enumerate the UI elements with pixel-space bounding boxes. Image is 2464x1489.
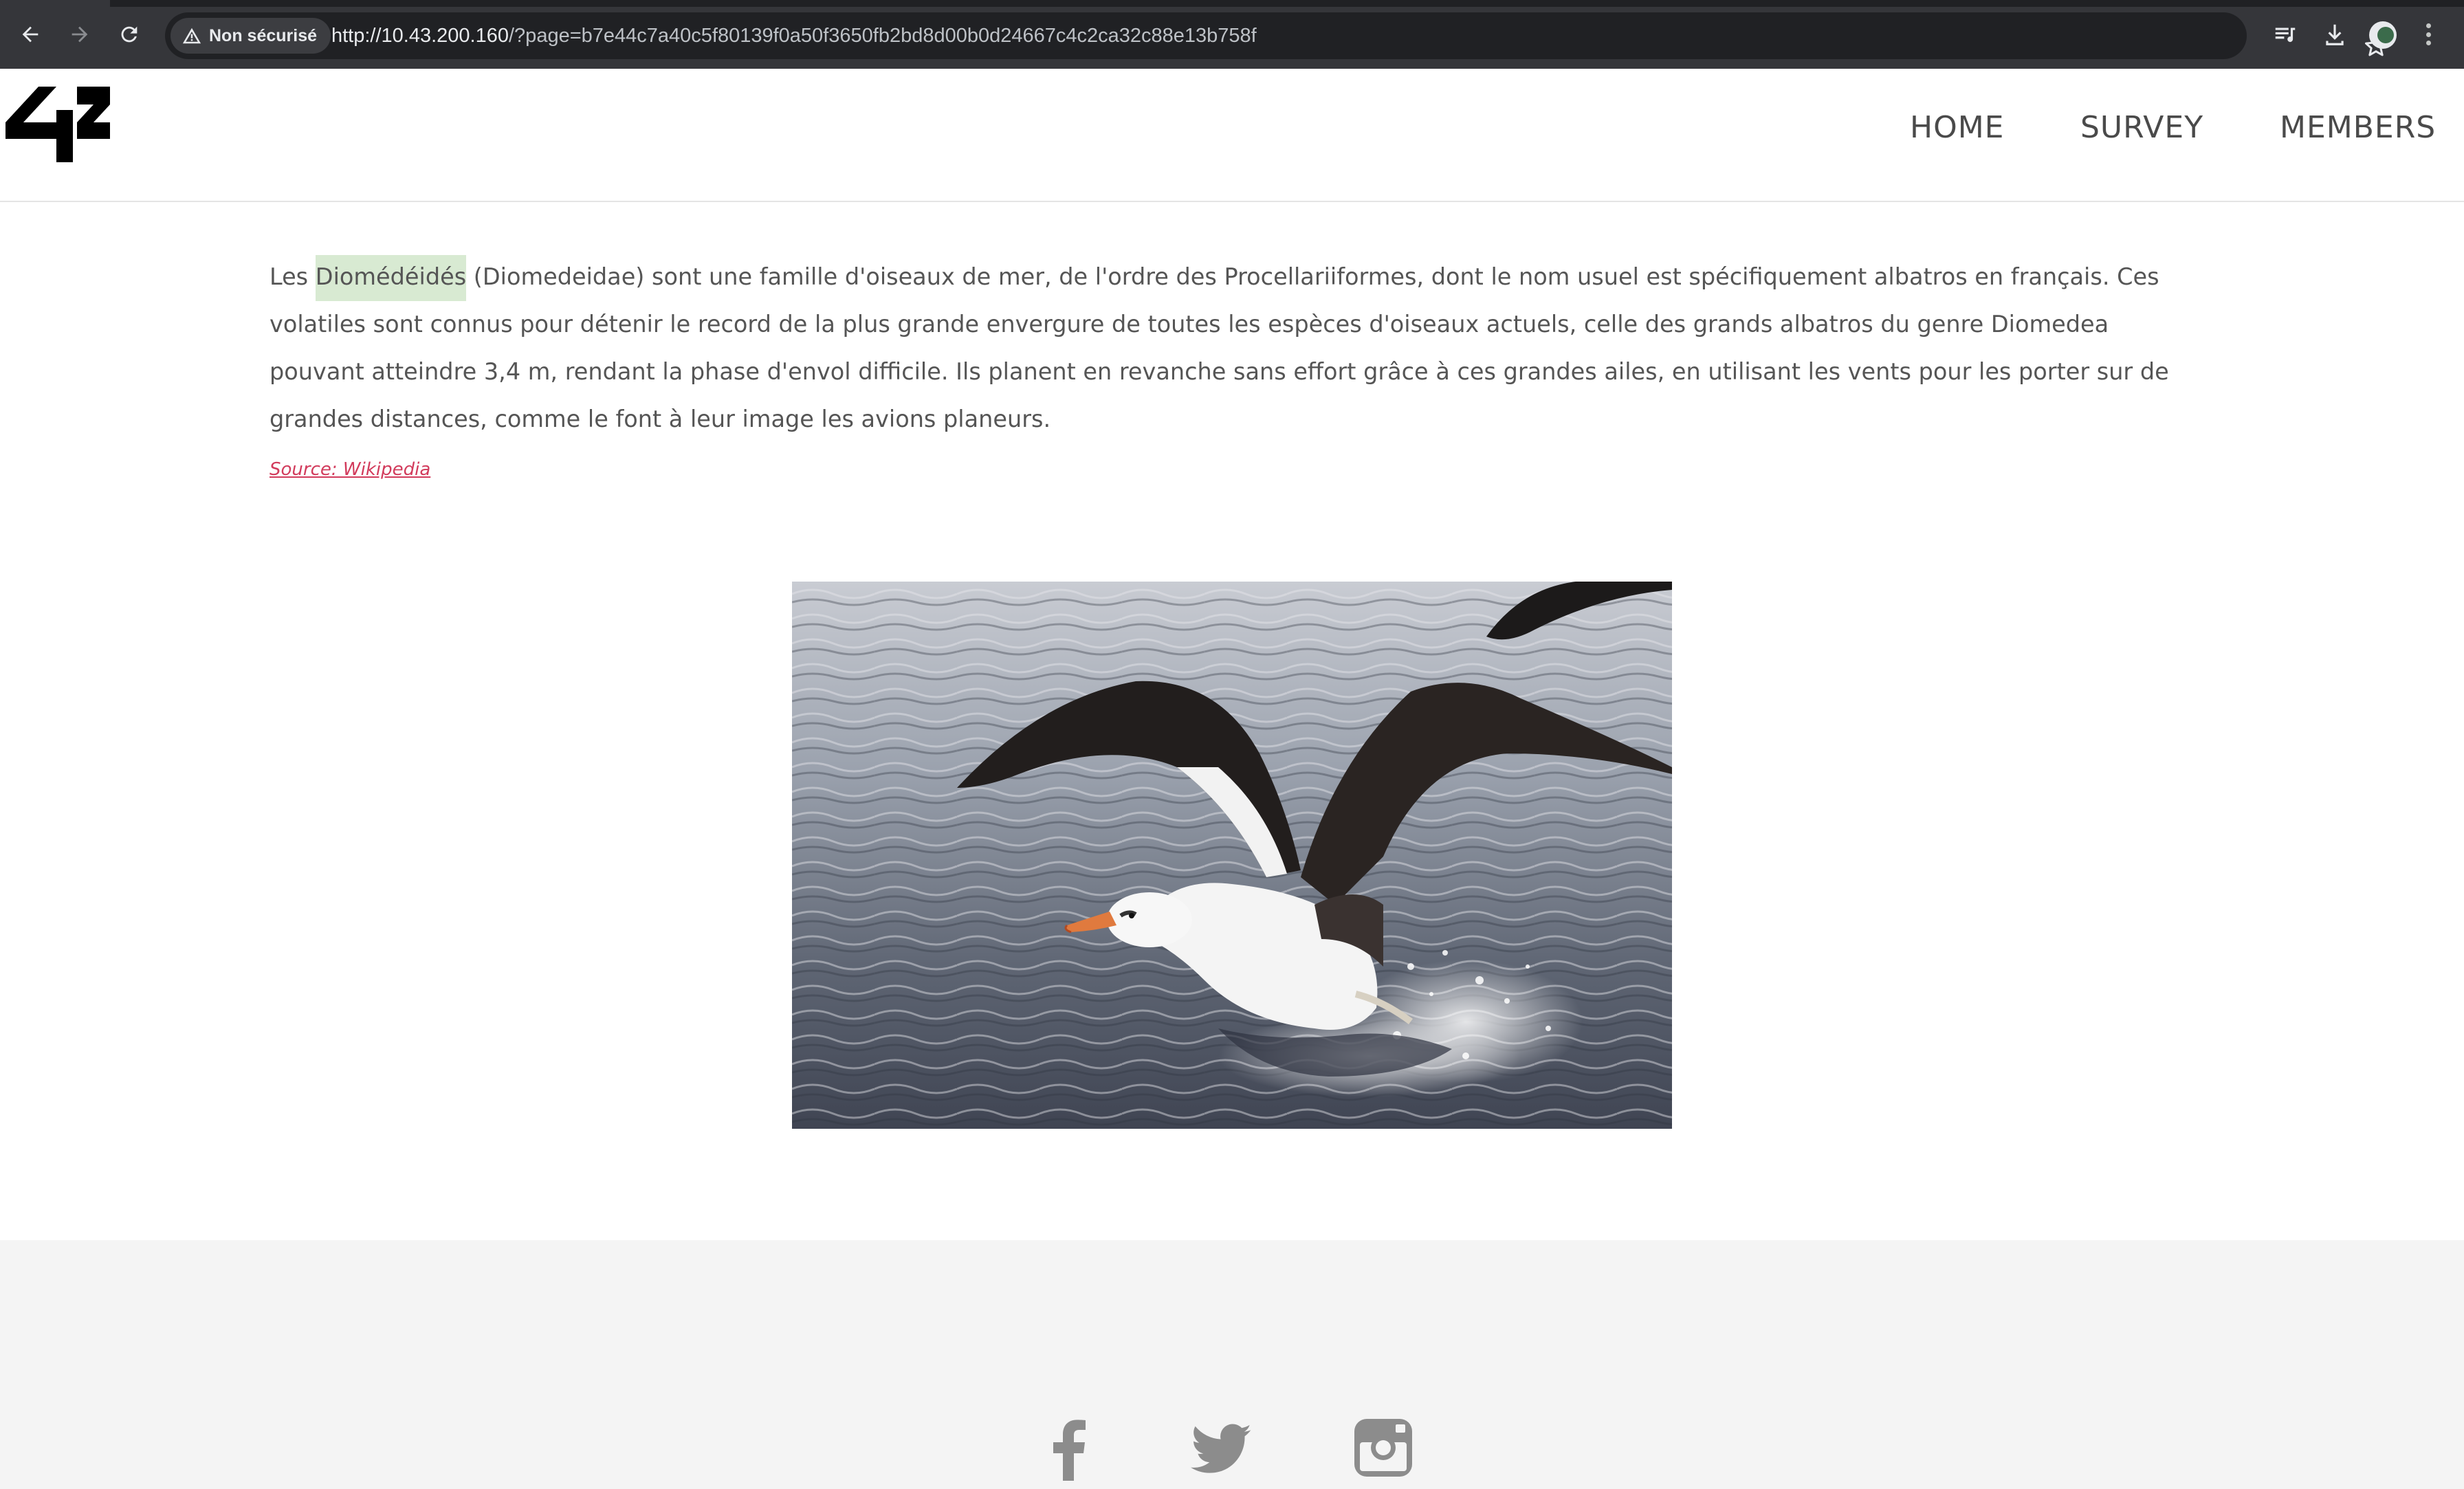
twitter-link[interactable] [1188,1415,1254,1481]
source-link[interactable]: Source: Wikipedia [270,459,430,480]
nav-members[interactable]: MEMBERS [2280,110,2436,145]
tab-strip [0,0,2464,7]
albatross-photo [792,582,1672,1129]
more-vert-icon[interactable] [2421,21,2435,48]
article-paragraph: Les Diomédéidés (Diomedeidae) sont une f… [270,253,2208,443]
url-text[interactable]: http://10.43.200.160/?page=b7e44c7a40c5f… [331,12,1257,59]
active-tab-hint[interactable] [0,0,110,7]
profile-avatar-glyph [2377,27,2394,43]
download-button[interactable] [2320,19,2350,49]
url-path: /?page=b7e44c7a40c5f80139f0a50f3650fb2bd… [509,25,1257,47]
nav-home[interactable]: HOME [1910,110,2004,145]
profile-avatar[interactable] [2369,21,2397,49]
kebab-dot [2426,23,2431,28]
nav-survey[interactable]: SURVEY [2080,110,2203,145]
article-body: (Diomedeidae) sont une famille d'oiseaux… [270,263,2169,432]
facebook-icon [1053,1420,1086,1481]
media-queue-button[interactable] [2270,19,2300,49]
kebab-dot [2426,41,2431,45]
reload-button[interactable] [110,15,148,54]
browser-toolbar: Non sécurisé http://10.43.200.160/?page=… [0,0,2464,69]
forward-button[interactable] [60,15,99,54]
reload-icon [121,26,138,43]
facebook-link[interactable] [1037,1415,1103,1481]
highlighted-term: Diomédéidés [315,255,467,301]
security-label: Non sécurisé [209,25,318,45]
main-nav: HOME SURVEY MEMBERS [0,110,2464,165]
site-footer [0,1240,2464,1489]
warning-icon [182,27,201,44]
back-button[interactable] [11,15,50,54]
instagram-icon [1354,1419,1412,1477]
article-lead-word: Les [270,263,309,290]
instagram-link[interactable] [1350,1415,1416,1481]
url-host: http://10.43.200.160 [331,25,509,47]
security-indicator[interactable]: Non sécurisé [170,18,331,54]
media-queue-icon [2275,27,2296,43]
kebab-dot [2426,32,2431,37]
back-arrow-icon [22,26,38,43]
site-header: HOME SURVEY MEMBERS [0,69,2464,202]
address-bar[interactable]: Non sécurisé http://10.43.200.160/?page=… [165,12,2387,59]
albatross-photo-illustration [792,582,1672,1129]
forward-arrow-icon [72,26,88,43]
download-icon [2326,24,2344,45]
twitter-icon [1191,1424,1251,1473]
